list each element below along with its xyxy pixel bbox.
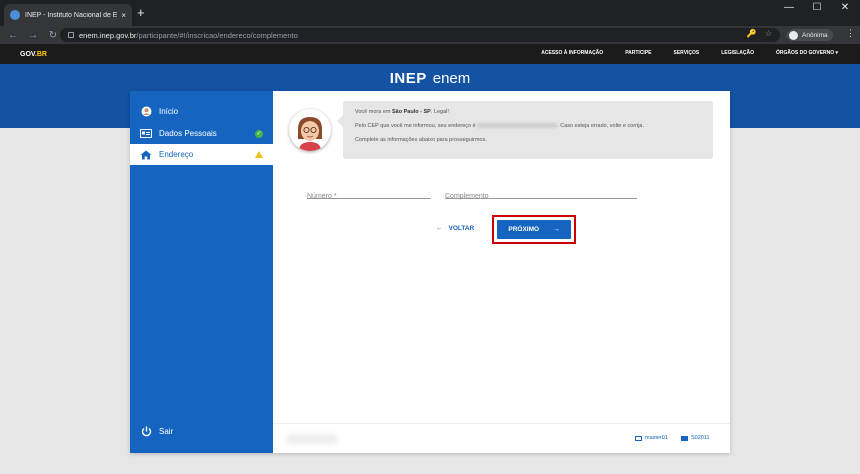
back-nav-icon[interactable]: ← (6, 30, 20, 41)
bookmark-star-icon[interactable]: ☆ (765, 29, 772, 38)
tab-title: INEP - Instituto Nacional de Estu (25, 11, 118, 19)
gov-br-bar: GOV.BR ACESSO À INFORMAÇÃO PARTICIPE SER… (0, 44, 860, 64)
complemento-placeholder: Complemento (445, 193, 489, 200)
sidebar-item-label: Dados Pessoais (159, 129, 217, 138)
window-controls: — ☐ ✕ (782, 2, 852, 13)
sidebar-item-label: Início (159, 107, 179, 116)
inep-enem-logo: INEP enem (389, 70, 471, 87)
page: INEP enem Início Dados Pessoais ✓ Endere… (0, 64, 860, 474)
message-line-2: Pelo CEP que você me informou, seu ender… (355, 123, 645, 129)
forward-nav-icon[interactable]: → (26, 30, 40, 41)
address-bar[interactable]: enem.inep.gov.br /participante/#!/inscri… (60, 28, 780, 42)
sidebar-item-sair[interactable]: Sair (130, 421, 273, 442)
profile-name: Anônima (802, 31, 828, 39)
minimize-button[interactable]: — (782, 2, 796, 13)
gov-link-legislacao[interactable]: LEGISLAÇÃO (721, 50, 754, 56)
lock-icon (68, 32, 74, 38)
arrow-left-icon: ← (436, 225, 443, 232)
sidebar-item-label: Sair (159, 427, 174, 436)
sidebar: Início Dados Pessoais ✓ Endereço Sair (130, 91, 273, 453)
sidebar-item-endereco[interactable]: Endereço (130, 144, 273, 165)
url-path: /participante/#!/inscricao/endereco/comp… (136, 30, 298, 40)
key-icon[interactable]: 🔑 (747, 29, 757, 38)
next-label: PRÓXIMO (508, 226, 540, 233)
home-icon (140, 150, 152, 160)
power-icon (140, 426, 152, 437)
incognito-avatar-icon (789, 30, 798, 40)
numero-placeholder: Número * (307, 193, 337, 200)
new-tab-button[interactable]: + (137, 6, 145, 20)
browser-tab-strip: INEP - Instituto Nacional de Estu × + — … (0, 0, 860, 26)
sidebar-item-inicio[interactable]: Início (130, 101, 273, 122)
id-card-icon (140, 129, 152, 139)
check-circle-icon: ✓ (255, 129, 263, 138)
back-label: VOLTAR (448, 225, 475, 232)
user-circle-icon (140, 106, 152, 117)
gov-link-participe[interactable]: PARTICIPE (625, 50, 651, 56)
numero-field[interactable]: Número * (307, 185, 431, 200)
server-icon (681, 435, 688, 441)
gov-link-servicos[interactable]: SERVIÇOS (674, 50, 700, 56)
footer-version: S02011 (681, 435, 710, 441)
sidebar-item-dados-pessoais[interactable]: Dados Pessoais ✓ (130, 123, 273, 144)
message-line-3: Complete as informações abaixo para pros… (355, 137, 487, 143)
gov-br-logo[interactable]: GOV.BR (20, 51, 47, 58)
sidebar-item-label: Endereço (159, 150, 194, 159)
gov-link-orgaos[interactable]: ÓRGÃOS DO GOVERNO ▾ (776, 50, 838, 56)
gov-link-acesso[interactable]: ACESSO À INFORMAÇÃO (541, 50, 603, 56)
warning-icon (255, 151, 263, 158)
next-button[interactable]: PRÓXIMO → (497, 220, 571, 239)
monitor-icon (635, 435, 642, 441)
profile-button[interactable]: Anônima (787, 29, 833, 41)
tab-close-icon[interactable]: × (121, 11, 126, 20)
assistant-avatar (289, 109, 331, 151)
registration-card: Início Dados Pessoais ✓ Endereço Sair Vo… (130, 91, 730, 453)
browser-tab[interactable]: INEP - Instituto Nacional de Estu × (4, 4, 132, 26)
browser-toolbar: ← → ↻ enem.inep.gov.br /participante/#!/… (0, 26, 860, 44)
complemento-field[interactable]: Complemento (445, 185, 637, 200)
assistant-message: Você mora em São Paulo - SP. Legal! Pelo… (337, 101, 713, 159)
redacted-address (477, 123, 558, 129)
main-content: Você mora em São Paulo - SP. Legal! Pelo… (273, 91, 730, 453)
maximize-button[interactable]: ☐ (810, 2, 824, 13)
url-host: enem.inep.gov.br (79, 30, 137, 40)
redacted-footer-info (287, 434, 337, 444)
inep-favicon-icon (10, 10, 20, 20)
back-button[interactable]: ← VOLTAR (436, 225, 474, 232)
card-footer: master01 S02011 (273, 423, 730, 453)
arrow-right-icon: → (553, 226, 560, 233)
close-window-button[interactable]: ✕ (838, 2, 852, 13)
reload-icon[interactable]: ↻ (46, 30, 60, 41)
footer-server: master01 (635, 435, 668, 441)
browser-menu-icon[interactable]: ⋮ (846, 28, 855, 39)
message-line-1: Você mora em São Paulo - SP. Legal! (355, 109, 449, 115)
